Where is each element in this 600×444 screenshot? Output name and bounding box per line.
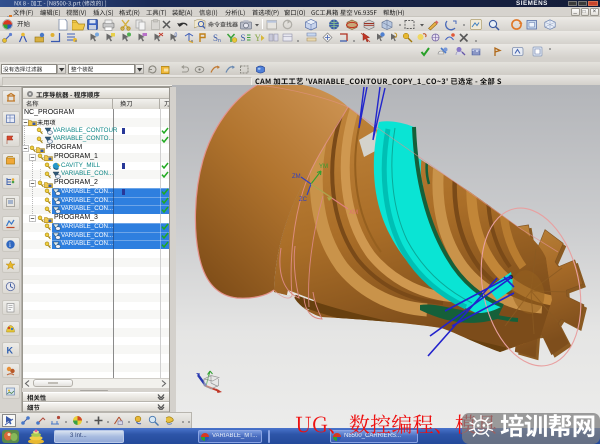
svg-text:i: i bbox=[9, 241, 11, 249]
svg-text:n: n bbox=[218, 38, 221, 44]
svg-text:K: K bbox=[7, 346, 14, 356]
svg-text:YM: YM bbox=[319, 164, 328, 170]
svg-text:0: 0 bbox=[175, 33, 178, 39]
svg-text:Y: Y bbox=[255, 33, 262, 43]
svg-text:XM: XM bbox=[349, 210, 358, 216]
svg-text:ZM: ZM bbox=[292, 174, 301, 180]
svg-text:S: S bbox=[241, 33, 246, 43]
svg-text:ZC: ZC bbox=[299, 197, 308, 203]
